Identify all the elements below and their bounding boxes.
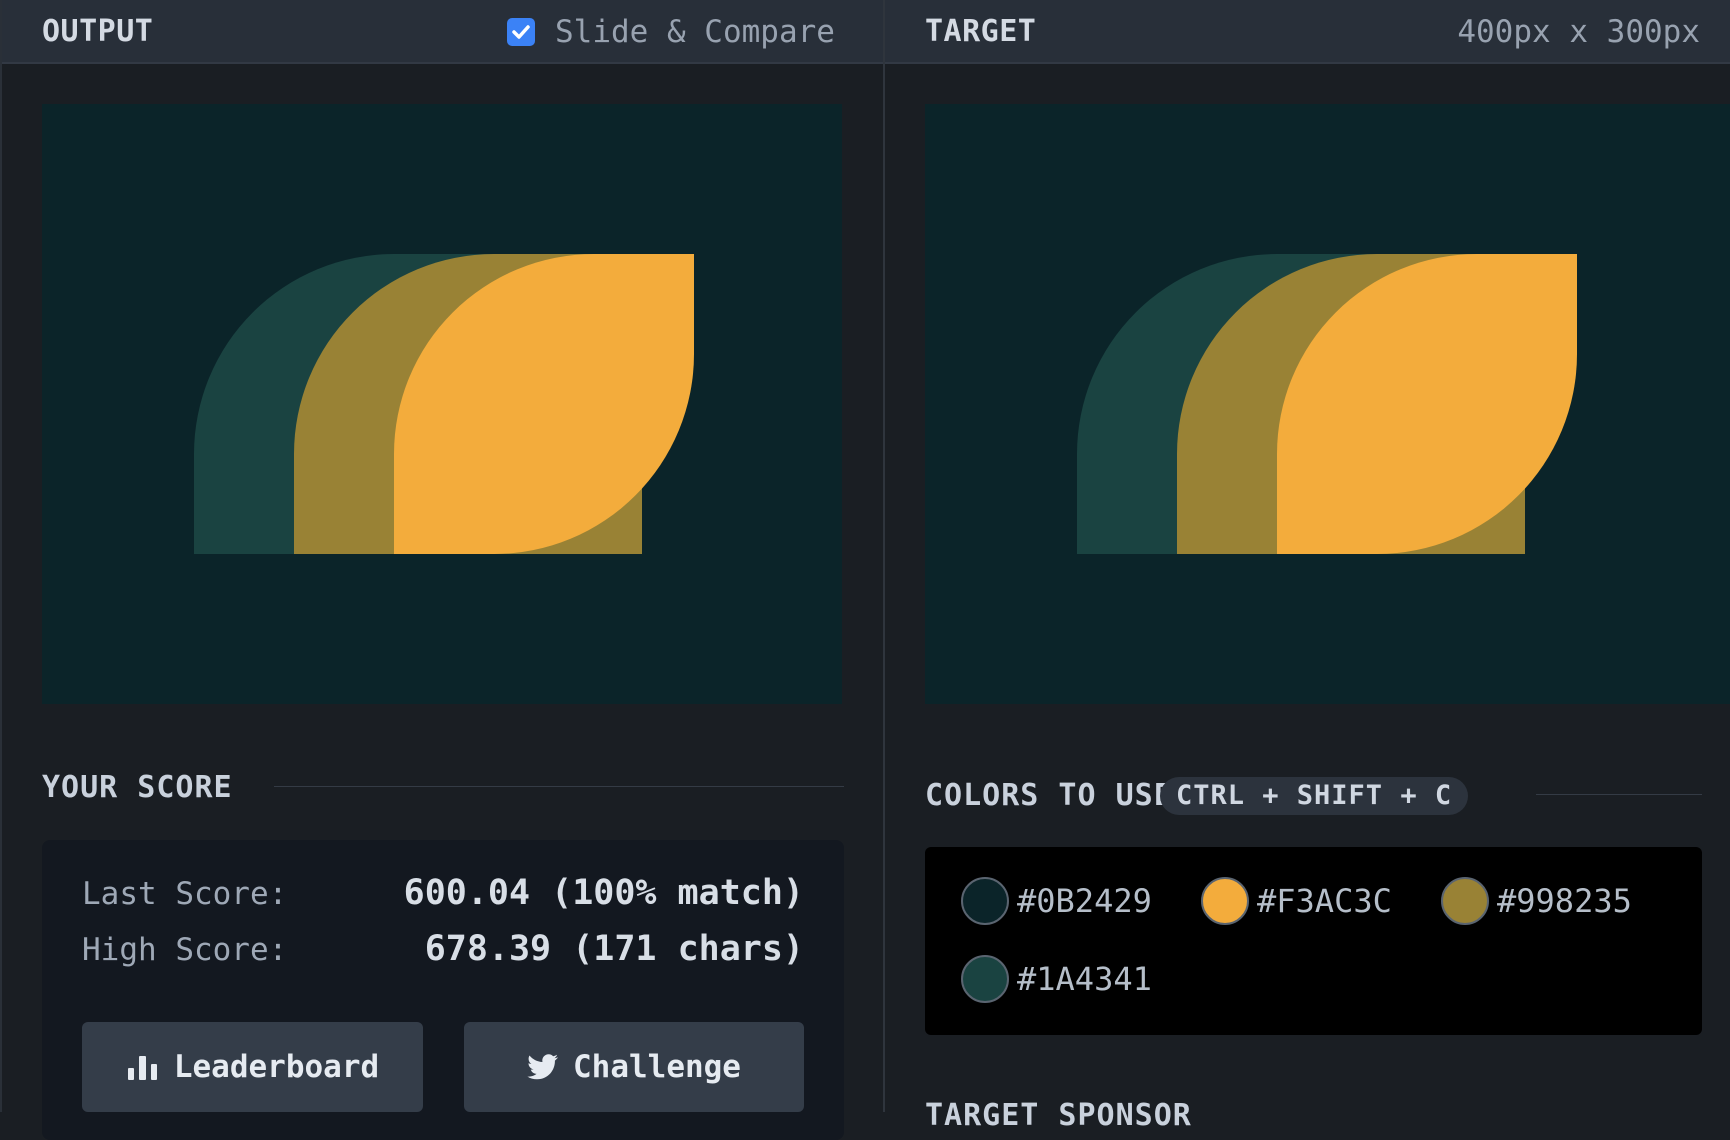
twitter-icon (527, 1054, 558, 1080)
swatch-hex: #1A4341 (1017, 960, 1152, 998)
color-dot (961, 955, 1009, 1003)
target-size: 400px x 300px (1457, 14, 1700, 50)
swatch-1A4341[interactable]: #1A4341 (961, 955, 1152, 1003)
colors-panel: #0B2429 #F3AC3C #998235 #1A4341 (925, 847, 1702, 1035)
color-dot (1441, 877, 1489, 925)
score-heading: YOUR SCORE (42, 770, 233, 805)
target-pane: TARGET 400px x 300px COLORS TO USE CTRL … (883, 0, 1730, 1133)
target-title: TARGET (925, 14, 1037, 49)
leaderboard-label: Leaderboard (173, 1049, 380, 1085)
score-panel: Last Score: 600.04 (100% match) High Sco… (42, 840, 844, 1140)
swatch-0B2429[interactable]: #0B2429 (961, 877, 1152, 925)
swatch-hex: #998235 (1497, 882, 1632, 920)
output-header: OUTPUT Slide & Compare (2, 0, 883, 64)
bar-chart-icon (127, 1056, 157, 1080)
target-artwork (1077, 254, 1577, 554)
target-header: TARGET 400px x 300px (885, 0, 1730, 64)
sponsor-heading: TARGET SPONSOR (925, 1098, 1192, 1133)
leaderboard-button[interactable]: Leaderboard (82, 1022, 423, 1112)
output-canvas[interactable] (42, 104, 842, 704)
challenge-button[interactable]: Challenge (464, 1022, 804, 1112)
check-icon (512, 25, 530, 39)
last-score-label: Last Score: (82, 876, 288, 912)
high-score-value: 678.39 (171 chars) (424, 929, 804, 969)
color-dot (961, 877, 1009, 925)
swatch-F3AC3C[interactable]: #F3AC3C (1201, 877, 1392, 925)
target-canvas (925, 104, 1730, 704)
score-divider (274, 786, 844, 787)
output-artwork (194, 254, 694, 554)
color-shortcut-badge: CTRL + SHIFT + C (1160, 777, 1469, 815)
challenge-label: Challenge (573, 1049, 741, 1085)
slide-compare-label[interactable]: Slide & Compare (555, 14, 835, 50)
output-title: OUTPUT (42, 14, 154, 49)
color-dot (1201, 877, 1249, 925)
high-score-label: High Score: (82, 932, 288, 968)
output-pane: OUTPUT Slide & Compare YOUR SCORE Last S… (0, 0, 883, 1140)
swatch-hex: #0B2429 (1017, 882, 1152, 920)
last-score-value: 600.04 (100% match) (403, 873, 804, 913)
colors-divider (1536, 794, 1702, 795)
swatch-hex: #F3AC3C (1257, 882, 1392, 920)
colors-heading: COLORS TO USE (925, 778, 1173, 813)
slide-compare-checkbox[interactable] (507, 18, 535, 46)
swatch-998235[interactable]: #998235 (1441, 877, 1632, 925)
